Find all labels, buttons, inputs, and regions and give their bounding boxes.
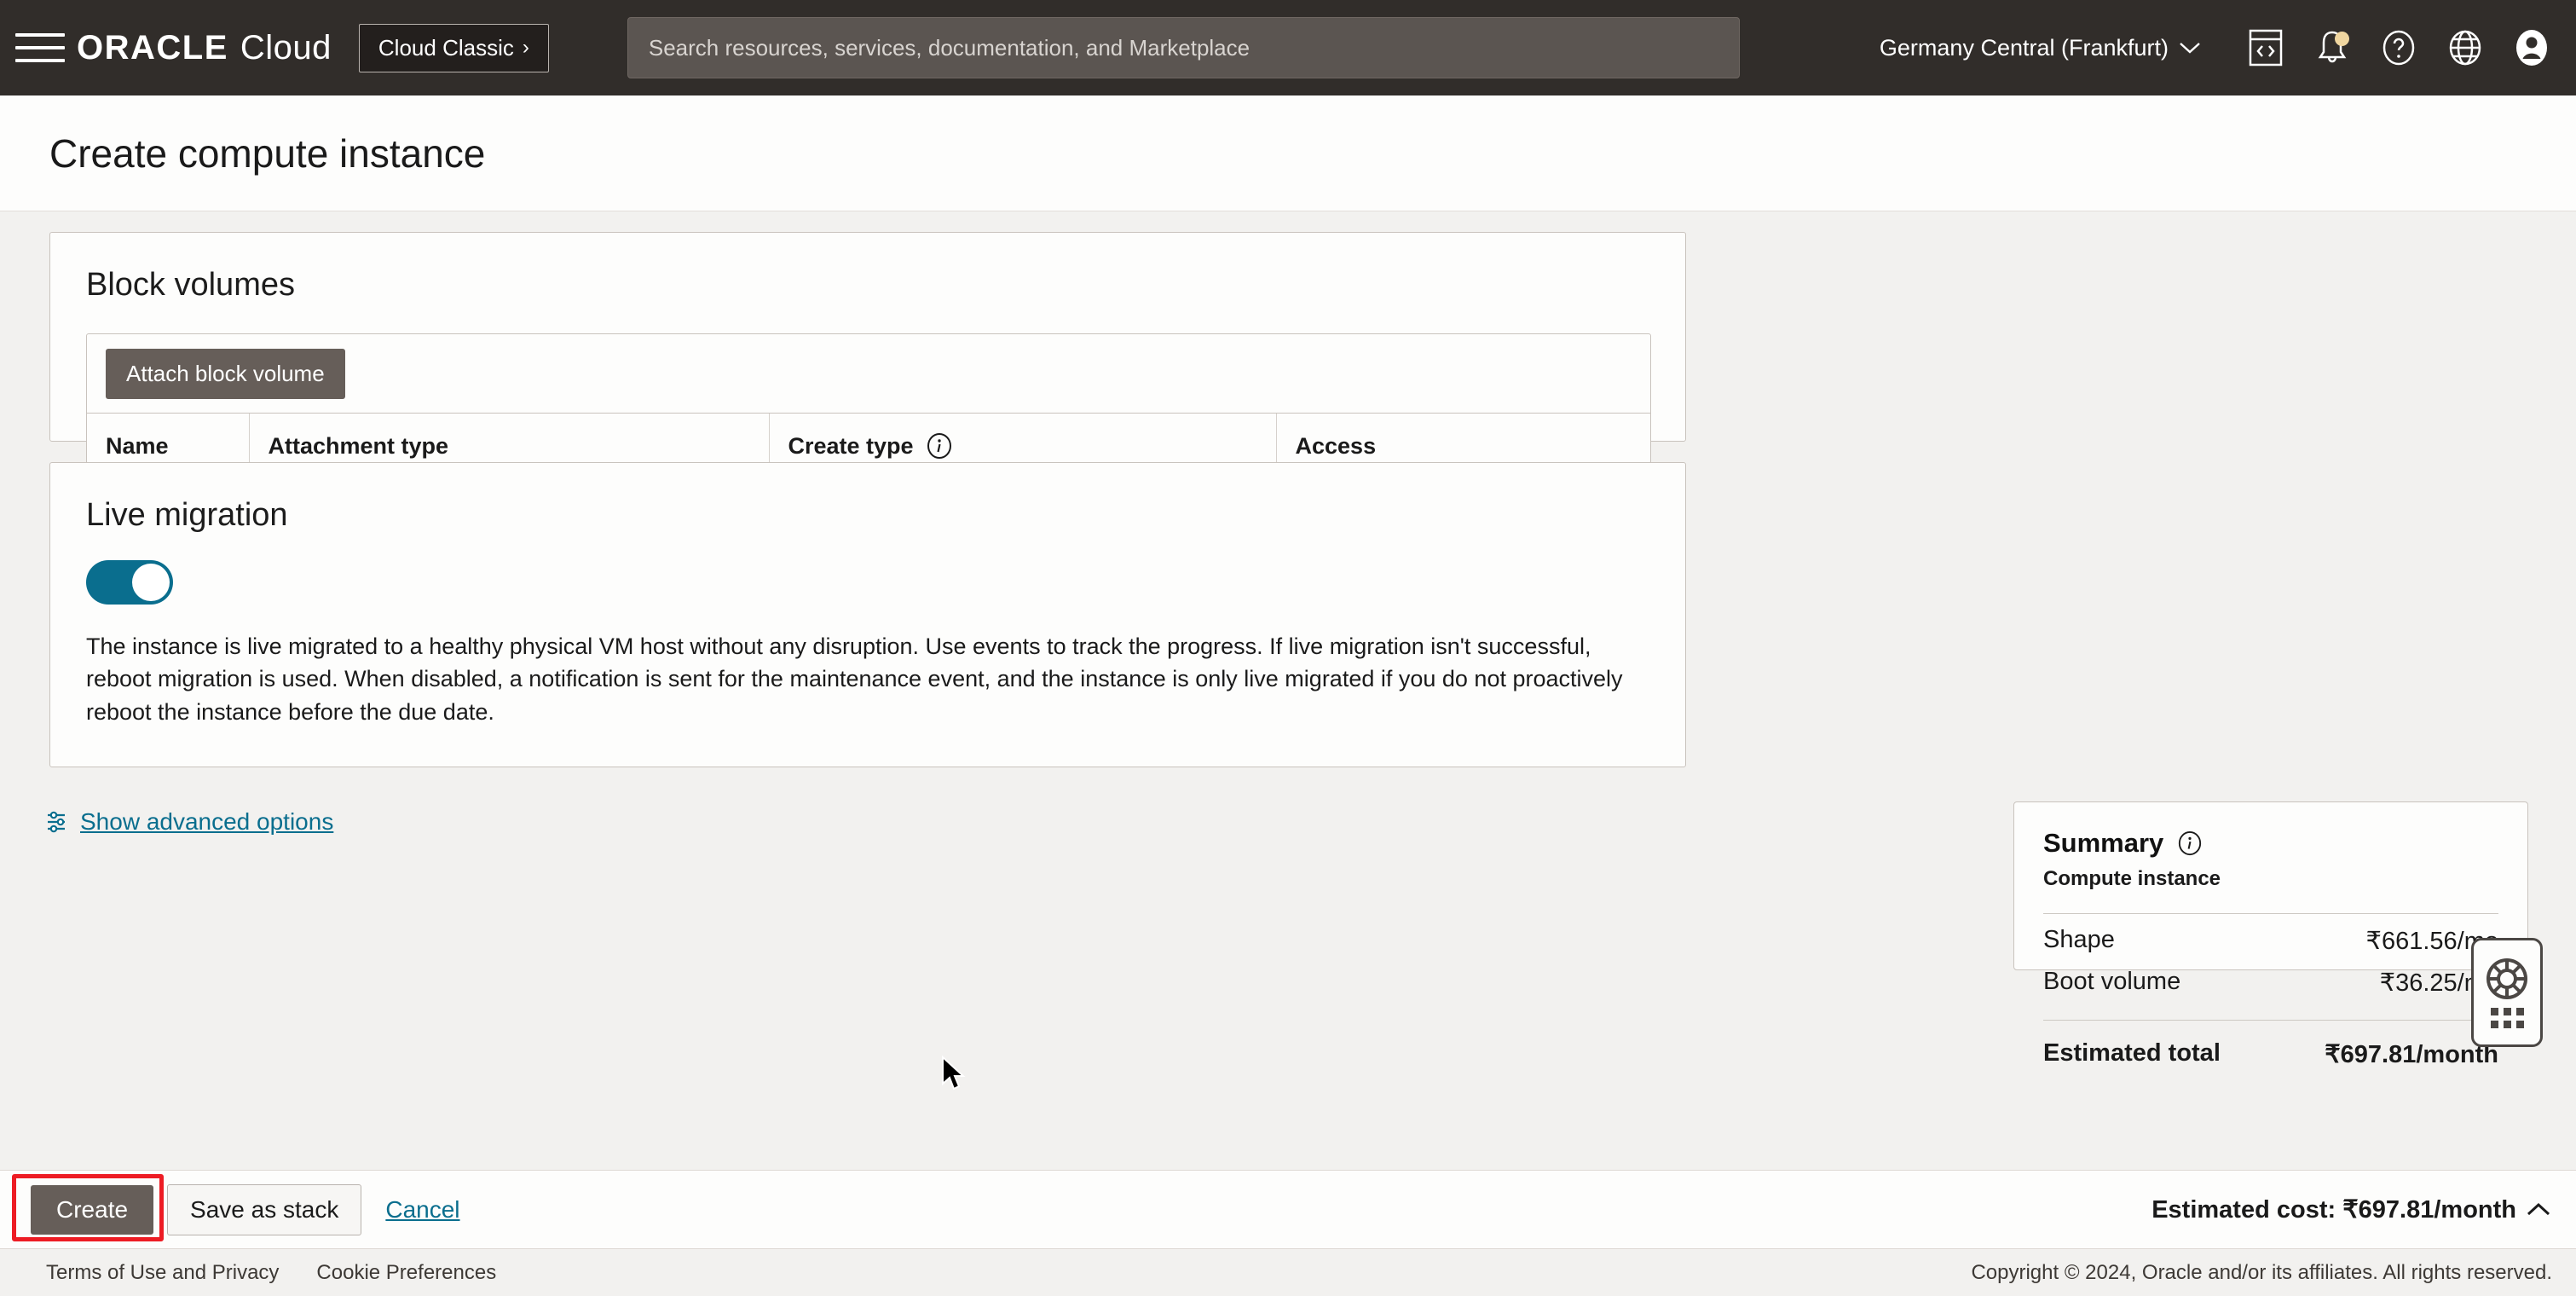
help-support-widget[interactable]: [2471, 938, 2543, 1047]
help-question-icon[interactable]: [2378, 27, 2419, 68]
page-footer: Terms of Use and Privacy Cookie Preferen…: [0, 1248, 2576, 1296]
notification-badge-dot: [2335, 32, 2349, 46]
lifebuoy-support-icon: [2485, 957, 2529, 1001]
block-volumes-title: Block volumes: [86, 267, 1685, 304]
summary-subtitle: Compute instance: [2014, 859, 2527, 891]
code-editor-icon[interactable]: [2245, 27, 2286, 68]
brand-cloud-text: Cloud: [240, 29, 332, 67]
live-migration-toggle[interactable]: [86, 560, 173, 605]
create-button[interactable]: Create: [31, 1185, 153, 1235]
brand-oracle-text: ORACLE: [77, 29, 228, 67]
action-bar: Create Save as stack Cancel Estimated co…: [0, 1170, 2576, 1248]
copyright-text: Copyright © 2024, Oracle and/or its affi…: [1971, 1261, 2552, 1285]
save-as-stack-button[interactable]: Save as stack: [167, 1184, 361, 1235]
column-label: Name: [106, 433, 169, 460]
info-icon[interactable]: [2177, 830, 2203, 856]
live-migration-card: Live migration The instance is live migr…: [49, 462, 1686, 767]
live-migration-title: Live migration: [86, 497, 1685, 534]
region-label: Germany Central (Frankfurt): [1880, 35, 2169, 61]
six-dot-drag-handle-icon[interactable]: [2491, 1008, 2524, 1028]
toggle-knob: [132, 564, 170, 601]
page-header: Create compute instance: [0, 95, 2576, 211]
summary-title: Summary: [2043, 828, 2163, 859]
summary-header: Summary: [2014, 802, 2527, 859]
notifications-bell-icon[interactable]: [2312, 27, 2353, 68]
attach-block-volume-button[interactable]: Attach block volume: [106, 349, 345, 399]
show-advanced-options-link[interactable]: Show advanced options: [46, 808, 333, 836]
summary-total-value: ₹697.81/month: [2325, 1039, 2498, 1069]
user-avatar-icon[interactable]: [2511, 27, 2552, 68]
estimated-cost-label: Estimated cost: ₹697.81/month: [2151, 1195, 2516, 1224]
oracle-cloud-logo[interactable]: ORACLE Cloud: [77, 29, 332, 67]
info-icon[interactable]: [926, 432, 953, 460]
hamburger-menu-icon[interactable]: [15, 28, 65, 67]
search-input[interactable]: [627, 17, 1740, 78]
cloud-classic-label: Cloud Classic: [378, 35, 514, 61]
summary-row-estimated-total: Estimated total ₹697.81/month: [2014, 1021, 2527, 1069]
region-selector[interactable]: Germany Central (Frankfurt): [1880, 35, 2201, 61]
terms-of-use-link[interactable]: Terms of Use and Privacy: [46, 1261, 279, 1285]
show-advanced-options-label: Show advanced options: [80, 808, 333, 836]
summary-row-shape: Shape ₹661.56/mo: [2014, 914, 2527, 956]
top-navigation-bar: ORACLE Cloud Cloud Classic › Germany Cen…: [0, 0, 2576, 95]
cancel-link[interactable]: Cancel: [385, 1196, 459, 1224]
live-migration-description: The instance is live migrated to a healt…: [86, 630, 1646, 728]
language-globe-icon[interactable]: [2445, 27, 2486, 68]
column-label: Access: [1296, 433, 1377, 460]
chevron-up-icon: [2527, 1202, 2550, 1218]
sliders-icon: [46, 809, 72, 835]
chevron-down-icon: [2179, 41, 2201, 55]
estimated-cost-toggle[interactable]: Estimated cost: ₹697.81/month: [2151, 1195, 2550, 1224]
column-label: Create type: [788, 433, 914, 460]
summary-row-boot-volume: Boot volume ₹36.25/mo: [2014, 956, 2527, 998]
cookie-preferences-link[interactable]: Cookie Preferences: [316, 1261, 496, 1285]
block-volumes-toolbar: Attach block volume: [87, 334, 1650, 413]
column-label: Attachment type: [269, 433, 449, 460]
cloud-classic-button[interactable]: Cloud Classic ›: [359, 24, 549, 72]
summary-total-label: Estimated total: [2043, 1039, 2221, 1069]
nav-right-group: Germany Central (Frankfurt): [1880, 27, 2576, 68]
chevron-right-icon: ›: [523, 36, 529, 60]
block-volumes-card: Block volumes Attach block volume Name A…: [49, 232, 1686, 442]
page-title: Create compute instance: [49, 130, 485, 176]
summary-row-label: Shape: [2043, 926, 2115, 956]
summary-panel: Summary Compute instance Shape ₹661.56/m…: [2013, 801, 2528, 970]
summary-row-label: Boot volume: [2043, 968, 2180, 998]
